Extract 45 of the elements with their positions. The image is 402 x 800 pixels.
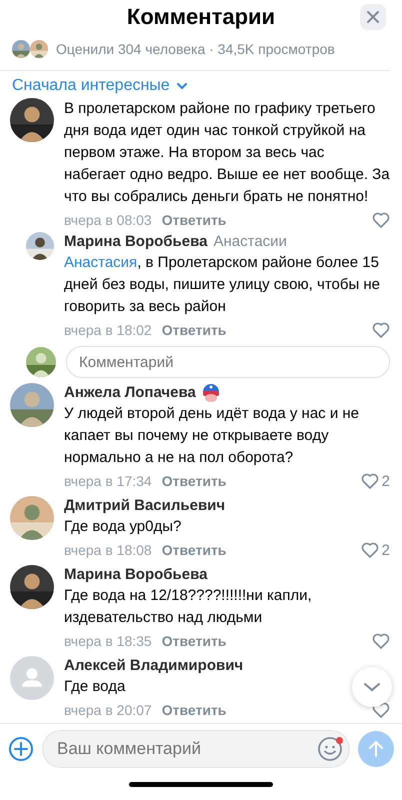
reply-to-name: Анастасии [214, 232, 287, 252]
reply-button[interactable]: Ответить [162, 633, 226, 649]
comment-text: Анастасия, в Пролетарском районе более 15 дней без воды, пишите улицу свою, чтобы не говорить за весь район [64, 253, 382, 317]
comment-input[interactable]: Ваш комментарий [55, 738, 317, 760]
author-name[interactable]: Алексей Владимирович [64, 656, 244, 676]
comment-time: вчера в 18:02 [64, 322, 152, 338]
comment-field[interactable]: Ваш комментарий [42, 730, 350, 768]
comment-field[interactable]: Комментарий [66, 346, 390, 378]
chevron-down-icon[interactable] [362, 681, 382, 693]
close-icon[interactable] [366, 10, 380, 24]
comment-time: вчера в 18:35 [64, 633, 152, 649]
heart-icon[interactable] [372, 633, 390, 649]
comment-text: Где вода на 12/18????!!!!!!ни капли, издевательство над людьми [64, 586, 313, 628]
heart-icon[interactable] [360, 473, 379, 489]
comment-text: Где вода [64, 677, 126, 697]
stats-text: Оценили 304 человека · 34,5K просмотров [56, 41, 335, 57]
reply-button[interactable]: Ответить [162, 542, 226, 558]
reply-button[interactable]: Ответить [162, 473, 226, 489]
author-name[interactable]: Марина Воробьева [64, 565, 208, 585]
like-count: 2 [382, 472, 390, 490]
mention-link[interactable]: Анастасия [64, 254, 138, 271]
comment-text: В пролетарском районе по графику третьего дня вода идет один час тонкой струйкой на первом этаже. На втором за весь час набегает одно ведро. Выше ее нет вообще. За что вы собрались деньги брать не понятно! [64, 99, 390, 207]
reply-button[interactable]: Ответить [162, 322, 226, 338]
add-attachment-button[interactable] [8, 736, 34, 762]
sort-dropdown[interactable]: Сначала интересные [0, 71, 200, 95]
comment-text: Где вода ур0ды? [64, 517, 182, 537]
comment-time: вчера в 20:07 [64, 702, 152, 718]
author-name[interactable]: Марина Воробьева [64, 232, 208, 252]
screen-title: Комментарии [126, 3, 276, 31]
heart-icon[interactable] [360, 542, 379, 558]
chevron-down-icon[interactable] [176, 82, 188, 90]
heart-icon[interactable] [372, 322, 390, 338]
scroll-down-button[interactable] [352, 667, 392, 707]
heart-icon[interactable] [372, 212, 390, 228]
reply-button[interactable]: Ответить [162, 702, 226, 718]
comment-text: У людей второй день идёт вода у нас и не капает вы почему не открываете воду нормально а не на пол оборота? [64, 404, 360, 468]
reply-button[interactable]: Ответить [162, 212, 226, 228]
close-button[interactable] [360, 4, 386, 30]
author-name[interactable]: Дмитрий Васильевич [64, 496, 226, 516]
smiley-icon[interactable] [317, 736, 343, 762]
author-name[interactable]: Анжела Лопачева [64, 383, 196, 403]
comment-time: вчера в 18:08 [64, 542, 152, 558]
comment-time: вчера в 17:34 [64, 473, 152, 489]
like-count: 2 [382, 542, 390, 558]
comment-time: вчера в 08:03 [64, 212, 152, 228]
